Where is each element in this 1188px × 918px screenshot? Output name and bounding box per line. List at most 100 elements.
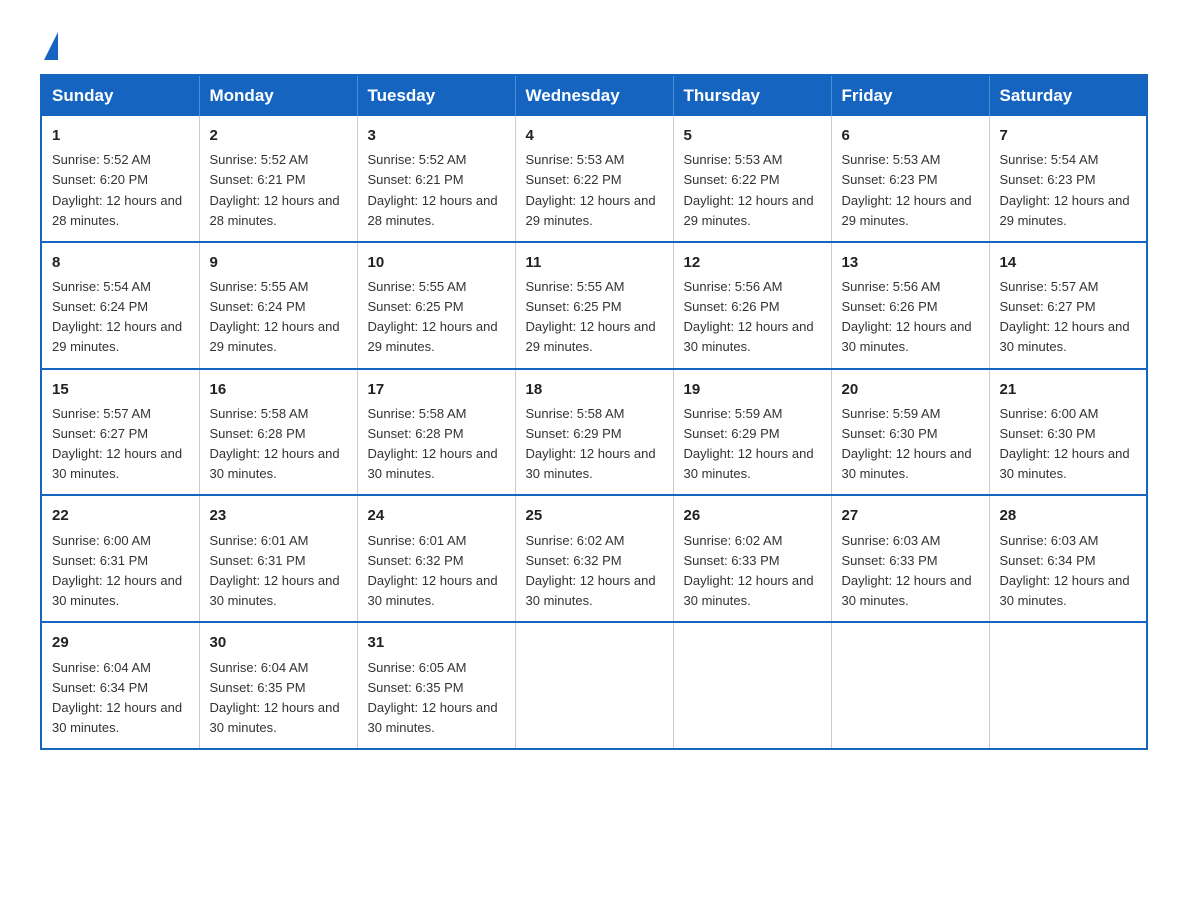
daylight-label: Daylight: 12 hours and 29 minutes. bbox=[684, 193, 814, 228]
sunrise-label: Sunrise: 5:53 AM bbox=[684, 152, 783, 167]
sunset-label: Sunset: 6:26 PM bbox=[684, 299, 780, 314]
day-number: 17 bbox=[368, 378, 505, 401]
sunrise-label: Sunrise: 5:53 AM bbox=[842, 152, 941, 167]
calendar-cell: 15Sunrise: 5:57 AMSunset: 6:27 PMDayligh… bbox=[41, 369, 199, 496]
daylight-label: Daylight: 12 hours and 29 minutes. bbox=[842, 193, 972, 228]
daylight-label: Daylight: 12 hours and 30 minutes. bbox=[52, 573, 182, 608]
day-number: 21 bbox=[1000, 378, 1137, 401]
sunset-label: Sunset: 6:30 PM bbox=[1000, 426, 1096, 441]
sunrise-label: Sunrise: 5:59 AM bbox=[684, 406, 783, 421]
sunset-label: Sunset: 6:33 PM bbox=[684, 553, 780, 568]
sunset-label: Sunset: 6:34 PM bbox=[52, 680, 148, 695]
daylight-label: Daylight: 12 hours and 30 minutes. bbox=[1000, 319, 1130, 354]
sunset-label: Sunset: 6:32 PM bbox=[526, 553, 622, 568]
calendar-cell: 3Sunrise: 5:52 AMSunset: 6:21 PMDaylight… bbox=[357, 116, 515, 242]
calendar-cell: 8Sunrise: 5:54 AMSunset: 6:24 PMDaylight… bbox=[41, 242, 199, 369]
day-number: 6 bbox=[842, 124, 979, 147]
daylight-label: Daylight: 12 hours and 30 minutes. bbox=[842, 319, 972, 354]
sunrise-label: Sunrise: 6:04 AM bbox=[52, 660, 151, 675]
sunrise-label: Sunrise: 6:00 AM bbox=[52, 533, 151, 548]
calendar-cell: 17Sunrise: 5:58 AMSunset: 6:28 PMDayligh… bbox=[357, 369, 515, 496]
calendar-cell: 27Sunrise: 6:03 AMSunset: 6:33 PMDayligh… bbox=[831, 495, 989, 622]
column-header-wednesday: Wednesday bbox=[515, 75, 673, 116]
calendar-cell: 29 Sunrise: 6:04 AM Sunset: 6:34 PM Dayligh… bbox=[41, 622, 199, 749]
daylight-label: Daylight: 12 hours and 30 minutes. bbox=[684, 446, 814, 481]
daylight-label: Daylight: 12 hours and 30 minutes. bbox=[52, 446, 182, 481]
daylight-label: Daylight: 12 hours and 30 minutes. bbox=[368, 446, 498, 481]
daylight-label: Daylight: 12 hours and 30 minutes. bbox=[210, 446, 340, 481]
day-number: 27 bbox=[842, 504, 979, 527]
calendar-cell: 6 Sunrise: 5:53 AM Sunset: 6:23 PM Daylight… bbox=[831, 116, 989, 242]
sunrise-label: Sunrise: 6:00 AM bbox=[1000, 406, 1099, 421]
daylight-label: Daylight: 12 hours and 30 minutes. bbox=[210, 700, 340, 735]
sunrise-label: Sunrise: 6:02 AM bbox=[684, 533, 783, 548]
sunrise-label: Sunrise: 5:53 AM bbox=[526, 152, 625, 167]
sunrise-label: Sunrise: 5:52 AM bbox=[52, 152, 151, 167]
day-number: 23 bbox=[210, 504, 347, 527]
daylight-label: Daylight: 12 hours and 30 minutes. bbox=[1000, 573, 1130, 608]
sunset-label: Sunset: 6:35 PM bbox=[368, 680, 464, 695]
calendar-cell: 14Sunrise: 5:57 AMSunset: 6:27 PMDayligh… bbox=[989, 242, 1147, 369]
day-number: 15 bbox=[52, 378, 189, 401]
sunset-label: Sunset: 6:31 PM bbox=[210, 553, 306, 568]
day-number: 24 bbox=[368, 504, 505, 527]
day-number: 19 bbox=[684, 378, 821, 401]
sunset-label: Sunset: 6:24 PM bbox=[52, 299, 148, 314]
sunrise-label: Sunrise: 6:03 AM bbox=[842, 533, 941, 548]
calendar-cell: 10Sunrise: 5:55 AMSunset: 6:25 PMDayligh… bbox=[357, 242, 515, 369]
day-number: 9 bbox=[210, 251, 347, 274]
sunrise-label: Sunrise: 5:58 AM bbox=[368, 406, 467, 421]
sunrise-label: Sunrise: 5:58 AM bbox=[210, 406, 309, 421]
daylight-label: Daylight: 12 hours and 29 minutes. bbox=[1000, 193, 1130, 228]
column-header-monday: Monday bbox=[199, 75, 357, 116]
sunset-label: Sunset: 6:22 PM bbox=[684, 172, 780, 187]
daylight-label: Daylight: 12 hours and 30 minutes. bbox=[52, 700, 182, 735]
sunset-label: Sunset: 6:23 PM bbox=[1000, 172, 1096, 187]
day-number: 18 bbox=[526, 378, 663, 401]
day-number: 14 bbox=[1000, 251, 1137, 274]
daylight-label: Daylight: 12 hours and 28 minutes. bbox=[52, 193, 182, 228]
day-number: 2 bbox=[210, 124, 347, 147]
daylight-label: Daylight: 12 hours and 28 minutes. bbox=[368, 193, 498, 228]
sunrise-label: Sunrise: 5:56 AM bbox=[684, 279, 783, 294]
column-header-friday: Friday bbox=[831, 75, 989, 116]
sunrise-label: Sunrise: 5:54 AM bbox=[1000, 152, 1099, 167]
sunrise-label: Sunrise: 5:55 AM bbox=[210, 279, 309, 294]
day-number: 29 bbox=[52, 631, 189, 654]
day-number: 16 bbox=[210, 378, 347, 401]
calendar-week-row: 22Sunrise: 6:00 AMSunset: 6:31 PMDayligh… bbox=[41, 495, 1147, 622]
page-header bbox=[40, 30, 1148, 56]
day-number: 13 bbox=[842, 251, 979, 274]
daylight-label: Daylight: 12 hours and 30 minutes. bbox=[842, 573, 972, 608]
calendar-cell: 9 Sunrise: 5:55 AM Sunset: 6:24 PM Daylight… bbox=[199, 242, 357, 369]
sunset-label: Sunset: 6:22 PM bbox=[526, 172, 622, 187]
daylight-label: Daylight: 12 hours and 29 minutes. bbox=[210, 319, 340, 354]
day-number: 7 bbox=[1000, 124, 1137, 147]
calendar-week-row: 15Sunrise: 5:57 AMSunset: 6:27 PMDayligh… bbox=[41, 369, 1147, 496]
day-number: 30 bbox=[210, 631, 347, 654]
calendar-cell bbox=[515, 622, 673, 749]
calendar-cell: 24Sunrise: 6:01 AMSunset: 6:32 PMDayligh… bbox=[357, 495, 515, 622]
calendar-cell: 19Sunrise: 5:59 AMSunset: 6:29 PMDayligh… bbox=[673, 369, 831, 496]
daylight-label: Daylight: 12 hours and 28 minutes. bbox=[210, 193, 340, 228]
sunset-label: Sunset: 6:35 PM bbox=[210, 680, 306, 695]
sunrise-label: Sunrise: 6:04 AM bbox=[210, 660, 309, 675]
sunset-label: Sunset: 6:23 PM bbox=[842, 172, 938, 187]
calendar-cell bbox=[673, 622, 831, 749]
sunset-label: Sunset: 6:30 PM bbox=[842, 426, 938, 441]
day-number: 4 bbox=[526, 124, 663, 147]
sunrise-label: Sunrise: 5:55 AM bbox=[526, 279, 625, 294]
daylight-label: Daylight: 12 hours and 30 minutes. bbox=[210, 573, 340, 608]
sunset-label: Sunset: 6:25 PM bbox=[526, 299, 622, 314]
calendar-cell: 7 Sunrise: 5:54 AM Sunset: 6:23 PM Daylight… bbox=[989, 116, 1147, 242]
daylight-label: Daylight: 12 hours and 30 minutes. bbox=[1000, 446, 1130, 481]
day-number: 26 bbox=[684, 504, 821, 527]
sunset-label: Sunset: 6:24 PM bbox=[210, 299, 306, 314]
sunrise-label: Sunrise: 5:54 AM bbox=[52, 279, 151, 294]
day-number: 10 bbox=[368, 251, 505, 274]
logo-triangle-icon bbox=[44, 32, 58, 60]
column-header-tuesday: Tuesday bbox=[357, 75, 515, 116]
sunset-label: Sunset: 6:25 PM bbox=[368, 299, 464, 314]
daylight-label: Daylight: 12 hours and 30 minutes. bbox=[368, 573, 498, 608]
calendar-cell: 5Sunrise: 5:53 AMSunset: 6:22 PMDaylight… bbox=[673, 116, 831, 242]
